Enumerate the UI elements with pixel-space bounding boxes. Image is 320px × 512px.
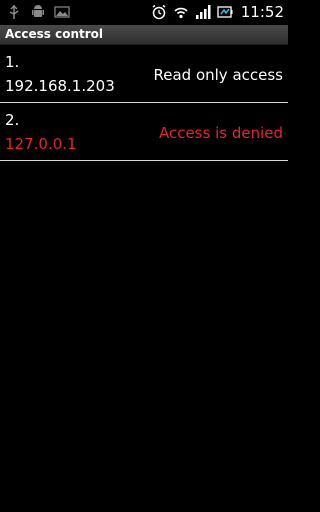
signal-icon [195,5,211,19]
title-bar: Access control [0,25,288,45]
item-ip-address: 192.168.1.203 [5,77,115,95]
wifi-icon [174,7,188,19]
battery-icon [217,6,233,18]
item-access-status: Access is denied [158,124,283,142]
list-item[interactable]: 2. 127.0.0.1 Access is denied [0,103,288,161]
status-bar: 11:52 [0,0,288,25]
item-access-status: Read only access [153,66,284,84]
notification-icons [6,4,70,20]
page-title: Access control [5,27,104,41]
android-icon [32,5,44,17]
item-ip-address: 127.0.0.1 [5,135,77,153]
access-list: 1. 192.168.1.203 Read only access 2. 127… [0,45,288,161]
image-icon [54,6,70,18]
item-index: 1. [5,53,20,71]
usb-debug-icon [9,4,19,19]
clock: 11:52 [240,3,284,21]
list-item[interactable]: 1. 192.168.1.203 Read only access [0,45,288,103]
system-icons: 11:52 [151,3,284,21]
item-index: 2. [5,111,20,129]
alarm-icon [152,4,166,20]
